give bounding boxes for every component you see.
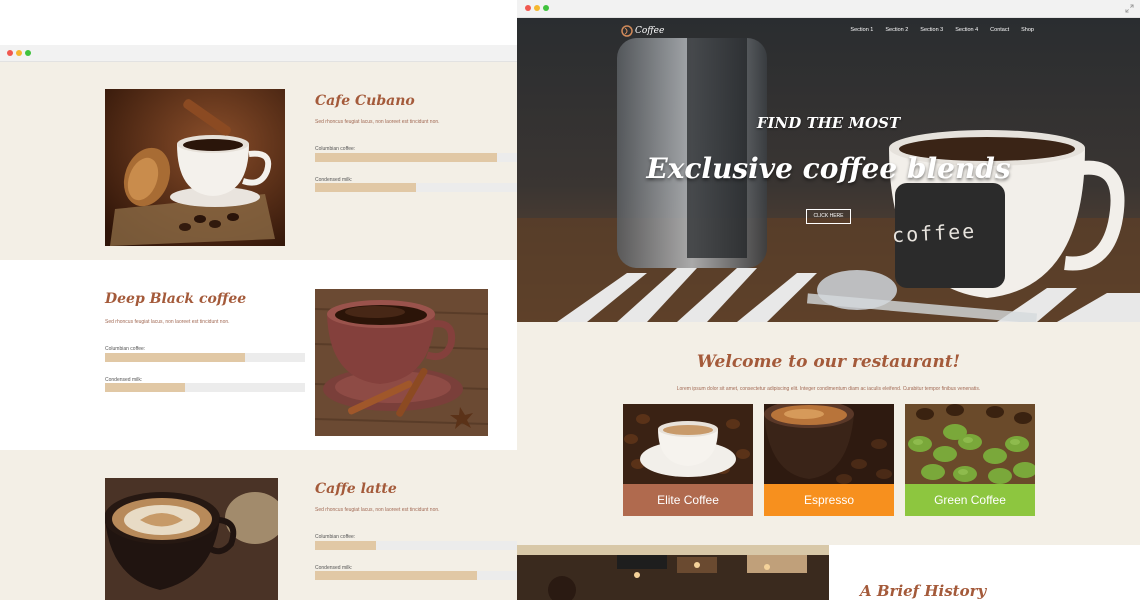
minimize-dot-icon[interactable]	[16, 50, 22, 56]
welcome-text: Lorem ipsum dolor sit amet, consectetur …	[676, 386, 981, 392]
click-here-button[interactable]: CLICK HERE	[806, 209, 851, 224]
card-label: Elite Coffee	[623, 484, 753, 516]
close-dot-icon[interactable]	[7, 50, 13, 56]
welcome-title: Welcome to our restaurant!	[696, 352, 961, 372]
product-title: Deep Black coffee	[105, 291, 247, 307]
bar-label-columbian: Columbian coffee:	[315, 534, 356, 540]
progress-fill	[105, 383, 185, 392]
window-titlebar	[0, 45, 517, 62]
hero-banner: Coffee Section 1 Section 2 Section 3 Sec…	[517, 18, 1140, 322]
expand-icon[interactable]	[1125, 4, 1134, 13]
progress-fill	[315, 153, 497, 162]
cup-chalk-text: coffee	[891, 218, 977, 248]
card-label: Green Coffee	[905, 484, 1035, 516]
espresso-image	[764, 404, 894, 484]
minimize-dot-icon[interactable]	[534, 5, 540, 11]
nav-section-4[interactable]: Section 4	[955, 27, 978, 33]
maximize-dot-icon[interactable]	[543, 5, 549, 11]
progress-fill	[315, 183, 416, 192]
card-espresso[interactable]: Espresso	[764, 404, 894, 516]
window-titlebar	[517, 0, 1140, 18]
history-section: A Brief History	[517, 545, 1140, 600]
card-elite-coffee[interactable]: Elite Coffee	[623, 404, 753, 516]
caffe-latte-photo	[105, 478, 278, 600]
right-browser-window: Coffee Section 1 Section 2 Section 3 Sec…	[517, 0, 1140, 600]
product-description: Sed rhoncus feugiat lacus, non laoreet e…	[315, 119, 440, 125]
deep-black-coffee-photo	[315, 289, 488, 436]
cafe-interior-image	[517, 545, 829, 600]
nav-shop[interactable]: Shop	[1021, 27, 1034, 33]
left-browser-window: Cafe Cubano Sed rhoncus feugiat lacus, n…	[0, 45, 517, 600]
progress-bar-columbian	[105, 353, 305, 362]
hero-kicker: FIND THE MOST	[756, 114, 901, 132]
product-title: Caffe latte	[315, 481, 397, 497]
nav-section-3[interactable]: Section 3	[920, 27, 943, 33]
bar-label-columbian: Columbian coffee:	[315, 146, 356, 152]
product-description: Sed rhoncus feugiat lacus, non laoreet e…	[315, 507, 440, 513]
history-title: A Brief History	[860, 582, 987, 600]
product-section-deep-black-coffee: Deep Black coffee Sed rhoncus feugiat la…	[0, 260, 517, 450]
nav-section-1[interactable]: Section 1	[850, 27, 873, 33]
close-dot-icon[interactable]	[525, 5, 531, 11]
bar-label-columbian: Columbian coffee:	[105, 346, 146, 352]
progress-bar-condensed-milk	[105, 383, 305, 392]
hero-title: Exclusive coffee blends	[646, 152, 1011, 185]
product-list: Cafe Cubano Sed rhoncus feugiat lacus, n…	[0, 62, 517, 600]
progress-fill	[315, 541, 376, 550]
progress-fill	[315, 571, 477, 580]
product-section-caffe-latte: Caffe latte Sed rhoncus feugiat lacus, n…	[0, 450, 517, 600]
logo-text: Coffee	[635, 26, 665, 36]
site-logo[interactable]: Coffee	[621, 25, 664, 37]
welcome-section: Welcome to our restaurant! Lorem ipsum d…	[517, 322, 1140, 545]
main-nav: Section 1 Section 2 Section 3 Section 4 …	[850, 27, 1034, 33]
product-description: Sed rhoncus feugiat lacus, non laoreet e…	[105, 319, 230, 325]
card-label: Espresso	[764, 484, 894, 516]
product-section-cafe-cubano: Cafe Cubano Sed rhoncus feugiat lacus, n…	[0, 62, 517, 260]
progress-fill	[105, 353, 245, 362]
elite-coffee-image	[623, 404, 753, 484]
nav-contact[interactable]: Contact	[990, 27, 1009, 33]
progress-bar-condensed-milk	[315, 183, 517, 192]
progress-bar-columbian	[315, 153, 517, 162]
product-title: Cafe Cubano	[315, 93, 415, 109]
progress-bar-columbian	[315, 541, 517, 550]
coffee-bean-logo-icon	[621, 25, 633, 37]
nav-section-2[interactable]: Section 2	[885, 27, 908, 33]
green-coffee-image	[905, 404, 1035, 484]
card-green-coffee[interactable]: Green Coffee	[905, 404, 1035, 516]
maximize-dot-icon[interactable]	[25, 50, 31, 56]
cafe-cubano-photo	[105, 89, 285, 246]
progress-bar-condensed-milk	[315, 571, 517, 580]
